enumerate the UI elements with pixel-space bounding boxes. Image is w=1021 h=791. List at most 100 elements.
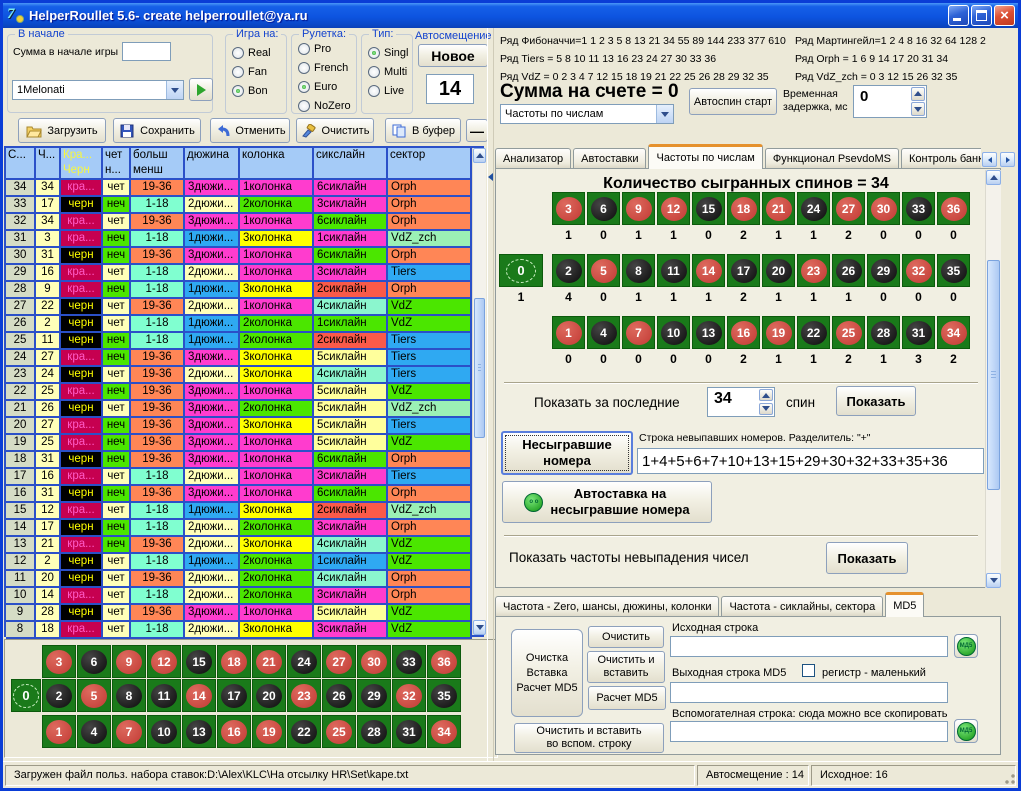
tab-main-1[interactable]: Анализатор	[495, 148, 571, 169]
radio-icon-multi[interactable]	[368, 66, 380, 78]
radio-icon-bon[interactable]	[232, 85, 244, 97]
start-sum-input[interactable]	[122, 42, 171, 61]
md5-aux-input[interactable]	[670, 721, 948, 742]
board-cell-26[interactable]: 26	[322, 679, 356, 712]
board-cell-27[interactable]: 27	[322, 645, 356, 678]
board-cell-34[interactable]: 34	[427, 715, 461, 748]
missed-numbers-input[interactable]	[637, 448, 984, 474]
tab-bottom-1[interactable]: Частота - Zero, шансы, дюжины, колонки	[495, 596, 719, 617]
board-cell-9[interactable]: 9	[112, 645, 146, 678]
mode-select-arrow[interactable]	[656, 105, 673, 123]
radio-option-nozero[interactable]: NoZero	[298, 100, 356, 112]
autobet-missed-button[interactable]: o o Автоставка на несыгравшие номера	[502, 481, 712, 523]
toolbar-button-clean[interactable]: Очистить	[296, 118, 374, 143]
board-cell-30[interactable]: 30	[357, 645, 391, 678]
scroll-down-button[interactable]	[473, 620, 486, 635]
board-cell-13[interactable]: 13	[182, 715, 216, 748]
tab-main-2[interactable]: Автоставки	[573, 148, 646, 169]
minimize-button[interactable]	[948, 5, 969, 26]
radio-option-fan[interactable]: Fan	[232, 66, 286, 78]
tabs-scroll-right-button[interactable]	[1000, 152, 1015, 167]
board-cell-36[interactable]: 36	[427, 645, 461, 678]
resize-grip[interactable]	[1003, 773, 1016, 786]
board-cell-2[interactable]: 2	[42, 679, 76, 712]
md5-clear-paste-aux-button[interactable]: Очистить и вставить во вспом. строку	[514, 723, 664, 753]
delay-spinner[interactable]: 0	[853, 85, 927, 118]
preset-select[interactable]: 1Melonati	[12, 80, 184, 100]
toolbar-button-open-folder[interactable]: Загрузить	[18, 118, 106, 143]
md5-clear-button[interactable]: Очистить	[588, 626, 664, 648]
scroll-up-button[interactable]	[473, 148, 486, 163]
board-cell-5[interactable]: 5	[77, 679, 111, 712]
spin-down-button[interactable]	[759, 403, 773, 415]
board-cell-33[interactable]: 33	[392, 645, 426, 678]
radio-option-live[interactable]: Live	[368, 85, 412, 97]
scrollbar-thumb[interactable]	[987, 260, 1000, 490]
board-cell-17[interactable]: 17	[217, 679, 251, 712]
radio-option-real[interactable]: Real	[232, 47, 286, 59]
run-preset-button[interactable]	[189, 78, 213, 101]
mode-select[interactable]: Частоты по числам	[500, 104, 674, 124]
board-cell-25[interactable]: 25	[322, 715, 356, 748]
panel-splitter[interactable]	[487, 28, 494, 761]
radio-icon-fan[interactable]	[232, 66, 244, 78]
scrollbar-thumb[interactable]	[474, 298, 485, 438]
board-cell-6[interactable]: 6	[77, 645, 111, 678]
board-cell-12[interactable]: 12	[147, 645, 181, 678]
scroll-down-button[interactable]	[986, 573, 1001, 588]
board-cell-4[interactable]: 4	[77, 715, 111, 748]
board-zero-cell[interactable]: 0	[11, 679, 41, 712]
tab-main-5[interactable]: Контроль банкро	[901, 148, 981, 169]
radio-option-bon[interactable]: Bon	[232, 85, 286, 97]
board-cell-14[interactable]: 14	[182, 679, 216, 712]
radio-icon-pro[interactable]	[298, 43, 310, 55]
missed-numbers-button[interactable]: Несыгравшие номера	[501, 431, 633, 475]
board-cell-20[interactable]: 20	[252, 679, 286, 712]
board-cell-23[interactable]: 23	[287, 679, 321, 712]
show-last-spinner[interactable]: 34	[707, 387, 775, 417]
board-cell-7[interactable]: 7	[112, 715, 146, 748]
board-cell-32[interactable]: 32	[392, 679, 426, 712]
radio-icon-live[interactable]	[368, 85, 380, 97]
board-cell-29[interactable]: 29	[357, 679, 391, 712]
radio-option-singl[interactable]: Singl	[368, 47, 412, 59]
board-cell-19[interactable]: 19	[252, 715, 286, 748]
radio-icon-euro[interactable]	[298, 81, 310, 93]
board-cell-11[interactable]: 11	[147, 679, 181, 712]
toolbar-button-copy[interactable]: В буфер	[385, 118, 461, 143]
radio-icon-singl[interactable]	[368, 47, 380, 59]
md5-run-button[interactable]: МД5	[954, 634, 978, 658]
not-hit-show-button[interactable]: Показать	[826, 542, 908, 574]
toolbar-button-undo[interactable]: Отменить	[210, 118, 290, 143]
md5-source-input[interactable]	[670, 636, 948, 657]
scroll-up-button[interactable]	[986, 170, 1001, 185]
board-cell-22[interactable]: 22	[287, 715, 321, 748]
panel-scrollbar[interactable]	[985, 170, 1001, 588]
radio-option-euro[interactable]: Euro	[298, 81, 356, 93]
board-cell-3[interactable]: 3	[42, 645, 76, 678]
board-cell-35[interactable]: 35	[427, 679, 461, 712]
tab-main-3[interactable]: Частоты по числам	[648, 144, 762, 169]
radio-option-multi[interactable]: Multi	[368, 66, 412, 78]
spin-up-button[interactable]	[911, 87, 925, 101]
board-cell-18[interactable]: 18	[217, 645, 251, 678]
board-cell-28[interactable]: 28	[357, 715, 391, 748]
radio-option-french[interactable]: French	[298, 62, 356, 74]
board-cell-10[interactable]: 10	[147, 715, 181, 748]
board-cell-31[interactable]: 31	[392, 715, 426, 748]
tab-main-4[interactable]: Функционал PsevdoMS	[765, 148, 899, 169]
collapse-button[interactable]: —	[466, 119, 488, 142]
board-cell-21[interactable]: 21	[252, 645, 286, 678]
board-cell-16[interactable]: 16	[217, 715, 251, 748]
tabs-scroll-left-button[interactable]	[982, 152, 997, 167]
board-cell-8[interactable]: 8	[112, 679, 146, 712]
spin-up-button[interactable]	[759, 389, 773, 401]
md5-run-aux-button[interactable]: МД5	[954, 719, 978, 743]
autoshift-new-button[interactable]: Новое	[418, 44, 488, 67]
toolbar-button-save[interactable]: Сохранить	[113, 118, 201, 143]
md5-out-input[interactable]	[670, 682, 948, 703]
close-button[interactable]: ×	[994, 5, 1015, 26]
md5-calc-button[interactable]: Расчет MD5	[588, 686, 666, 710]
md5-case-checkbox[interactable]	[802, 664, 815, 677]
preset-select-arrow[interactable]	[166, 81, 183, 99]
